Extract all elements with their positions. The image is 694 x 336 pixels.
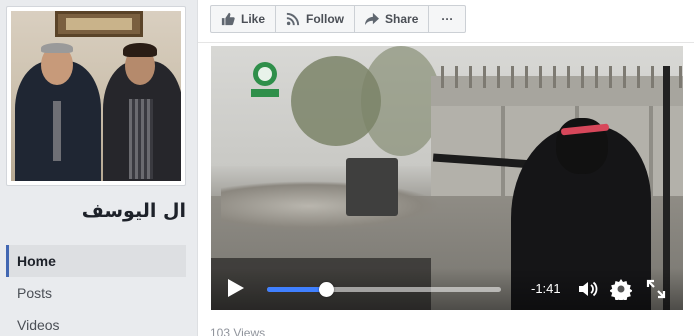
wall-frame-decoration <box>55 11 143 37</box>
fullscreen-icon[interactable] <box>645 278 667 300</box>
like-label: Like <box>241 12 266 26</box>
nav-item-posts[interactable]: Posts <box>6 277 186 309</box>
left-sidebar: ال اليوسف Home Posts Videos <box>0 0 196 336</box>
nav-item-videos[interactable]: Videos <box>6 309 186 336</box>
progress-fill <box>267 287 326 292</box>
profile-picture[interactable] <box>6 6 186 186</box>
play-icon[interactable] <box>227 278 245 298</box>
share-button[interactable]: Share <box>354 5 430 33</box>
rss-icon <box>286 12 300 26</box>
like-button[interactable]: Like <box>210 5 277 33</box>
tie <box>53 101 61 161</box>
ellipsis-icon: ··· <box>441 12 454 26</box>
hair-left <box>41 43 73 53</box>
divider <box>198 42 694 43</box>
group-logo-icon <box>251 62 279 97</box>
page-nav: Home Posts Videos <box>6 245 186 336</box>
wall-railing <box>441 66 683 88</box>
progress-knob[interactable] <box>318 282 334 297</box>
page-title[interactable]: ال اليوسف <box>6 200 186 222</box>
share-arrow-icon <box>365 12 380 26</box>
volume-icon[interactable] <box>577 278 599 300</box>
checkered-shirt <box>129 99 153 179</box>
video-controls: -1:41 <box>211 268 683 310</box>
rubble <box>221 181 441 231</box>
progress-bar[interactable] <box>267 282 501 297</box>
page-action-bar: Like Follow Share ··· <box>210 5 467 33</box>
follow-button[interactable]: Follow <box>275 5 356 33</box>
follow-label: Follow <box>306 12 345 26</box>
dumpster <box>346 158 398 216</box>
nav-item-home[interactable]: Home <box>6 245 186 277</box>
video-player[interactable]: -1:41 <box>211 46 683 310</box>
main-column: Like Follow Share ··· -1:41 103 Views <box>197 0 694 336</box>
facebook-page: ال اليوسف Home Posts Videos Like Follow … <box>0 0 694 336</box>
thumbs-up-icon <box>221 12 235 26</box>
view-count: 103 Views <box>210 326 266 336</box>
more-options-button[interactable]: ··· <box>428 5 467 33</box>
share-label: Share <box>385 12 419 26</box>
time-remaining: -1:41 <box>531 281 561 296</box>
tree <box>361 46 441 156</box>
gear-icon[interactable] <box>610 278 632 300</box>
hair-right <box>123 43 157 57</box>
profile-photo <box>11 11 181 181</box>
